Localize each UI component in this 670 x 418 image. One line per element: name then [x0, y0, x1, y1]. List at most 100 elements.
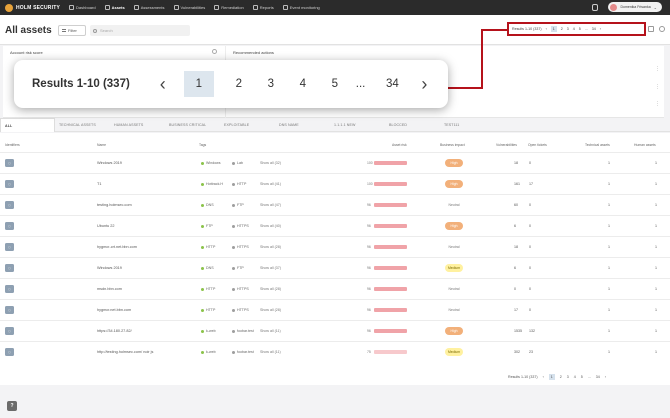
asset-name[interactable]: Windows 2019 — [97, 161, 122, 165]
show-all-tags-link[interactable]: Show all (40) — [260, 224, 281, 228]
page-34[interactable]: 34 — [592, 27, 596, 31]
table-row[interactable]: ▢ hygmcr-crt.net.bbn.com HTTP HTTPS Show all… — [0, 236, 670, 257]
page-1[interactable]: 1 — [183, 71, 214, 97]
tab-test111[interactable]: TEST111 — [440, 118, 495, 132]
table-row[interactable]: ▢ Windows 2019 DNS FTP Show all (37) 96 Medium… — [0, 257, 670, 278]
shield-icon[interactable] — [592, 3, 599, 11]
table-row[interactable]: ▢ msdn.bbn.com HTTP HTTPS Show all (28) 96 Neu… — [0, 278, 670, 299]
ticket-count[interactable]: 0 — [529, 266, 531, 270]
page-4[interactable]: 4 — [573, 27, 575, 31]
vulnerability-count[interactable]: 17 — [514, 308, 518, 312]
page-1[interactable]: 1 — [548, 374, 555, 380]
page-3[interactable]: 3 — [567, 27, 569, 31]
show-all-tags-link[interactable]: Show all (28) — [260, 287, 281, 291]
ticket-count[interactable]: 0 — [529, 224, 531, 228]
col-asset-risk[interactable]: Asset risk — [392, 143, 407, 147]
table-row[interactable]: ▢ http://testing.holmsec.com/ noir js k-we… — [0, 341, 670, 362]
next-page-button[interactable]: › — [600, 27, 601, 31]
asset-name[interactable]: T1 — [97, 182, 101, 186]
kebab-icon[interactable]: ⋮ — [655, 66, 660, 72]
asset-name[interactable]: hygmcr.net.bbn.com — [97, 308, 131, 312]
prev-page-button[interactable]: ‹ — [546, 27, 547, 31]
ticket-count[interactable]: 0 — [529, 287, 531, 291]
asset-name[interactable]: https://34.180.27.82/ — [97, 329, 132, 333]
vulnerability-count[interactable]: 1535 — [514, 329, 522, 333]
table-row[interactable]: ▢ Windows 2019 Windows Lab Show all (32) 100 H… — [0, 152, 670, 173]
search-input[interactable]: Search — [90, 25, 190, 36]
prev-page-button[interactable]: ‹ — [160, 74, 166, 95]
show-all-tags-link[interactable]: Show all (47) — [260, 203, 281, 207]
vulnerability-count[interactable]: 60 — [514, 203, 518, 207]
nav-reports[interactable]: Reports — [252, 5, 274, 10]
download-icon[interactable] — [648, 26, 654, 32]
nav-vulnerabilities[interactable]: Vulnerabilities — [173, 5, 205, 10]
identifier-chip-icon[interactable]: ▢ — [5, 222, 14, 230]
tab-exploitable[interactable]: EXPLOITABLE — [220, 118, 275, 132]
col-open-tickets[interactable]: Open tickets — [528, 143, 547, 147]
tab-technical-assets[interactable]: TECHNICAL ASSETS — [55, 118, 110, 132]
ticket-count[interactable]: 0 — [529, 203, 531, 207]
asset-name[interactable]: Ubuntu 22 — [97, 224, 115, 228]
vulnerability-count[interactable]: 18 — [514, 245, 518, 249]
page-2[interactable]: 2 — [228, 78, 250, 90]
vulnerability-count[interactable]: 18 — [514, 161, 518, 165]
col-identifiers[interactable]: Identifiers — [5, 143, 20, 147]
asset-name[interactable]: testing.holmsec.com — [97, 203, 132, 207]
kebab-icon[interactable]: ⋮ — [655, 84, 660, 90]
prev-page-button[interactable]: ‹ — [543, 375, 544, 379]
show-all-tags-link[interactable]: Show all (28) — [260, 308, 281, 312]
filter-button[interactable]: Filter — [58, 25, 86, 36]
page-3[interactable]: 3 — [260, 78, 282, 90]
vulnerability-count[interactable]: 6 — [514, 266, 516, 270]
col-business-impact[interactable]: Business impact — [440, 143, 465, 147]
table-row[interactable]: ▢ testing.holmsec.com DNS FTP Show all (47) 9… — [0, 194, 670, 215]
page-5[interactable]: 5 — [579, 27, 581, 31]
page-2[interactable]: 2 — [561, 27, 563, 31]
table-row[interactable]: ▢ https://34.180.27.82/k-web foobar.test Sh… — [0, 320, 670, 341]
nav-assets[interactable]: Assets — [104, 5, 125, 10]
show-all-tags-link[interactable]: Show all (41) — [260, 182, 281, 186]
ticket-count[interactable]: 132 — [529, 329, 535, 333]
vulnerability-count[interactable]: 6 — [514, 224, 516, 228]
show-all-tags-link[interactable]: Show all (11) — [260, 350, 281, 354]
info-icon[interactable] — [212, 49, 217, 54]
table-row[interactable]: ▢ T1 Hottrack.H HTTP Show all (41) 100 High 161… — [0, 173, 670, 194]
asset-name[interactable]: msdn.bbn.com — [97, 287, 122, 291]
table-row[interactable]: ▢ Ubuntu 22 FTP HTTPS Show all (40) 96 High 6 0 1… — [0, 215, 670, 236]
next-page-button[interactable]: › — [421, 74, 427, 95]
tab-all[interactable]: ALL — [0, 118, 55, 132]
page-1[interactable]: 1 — [550, 26, 557, 32]
ticket-count[interactable]: 17 — [529, 182, 533, 186]
page-34[interactable]: 34 — [596, 375, 600, 379]
user-menu[interactable]: Domenika Frisanka ⌄ — [608, 2, 662, 12]
logo[interactable]: HOLM SECURITY — [5, 3, 60, 12]
kebab-icon[interactable]: ⋮ — [655, 101, 660, 107]
page-5[interactable]: 5 — [581, 375, 583, 379]
page-34[interactable]: 34 — [381, 78, 403, 90]
settings-icon[interactable] — [659, 26, 665, 32]
identifier-chip-icon[interactable]: ▢ — [5, 306, 14, 314]
nav-remediation[interactable]: Remediation — [214, 5, 244, 10]
identifier-chip-icon[interactable]: ▢ — [5, 243, 14, 251]
asset-name[interactable]: http://testing.holmsec.com/ noir js — [97, 350, 153, 354]
page-2[interactable]: 2 — [560, 375, 562, 379]
identifier-chip-icon[interactable]: ▢ — [5, 180, 14, 188]
asset-name[interactable]: Windows 2019 — [97, 266, 122, 270]
tab-blocced[interactable]: BLOCCED — [385, 118, 440, 132]
show-all-tags-link[interactable]: Show all (28) — [260, 245, 281, 249]
identifier-chip-icon[interactable]: ▢ — [5, 159, 14, 167]
next-page-button[interactable]: › — [605, 375, 606, 379]
identifier-chip-icon[interactable]: ▢ — [5, 264, 14, 272]
tab-dns-name[interactable]: DNS NAME — [275, 118, 330, 132]
ticket-count[interactable]: 0 — [529, 308, 531, 312]
identifier-chip-icon[interactable]: ▢ — [5, 348, 14, 356]
vulnerability-count[interactable]: 161 — [514, 182, 520, 186]
show-all-tags-link[interactable]: Show all (11) — [260, 329, 281, 333]
ticket-count[interactable]: 0 — [529, 161, 531, 165]
page-5[interactable]: 5 — [324, 78, 346, 90]
page-4[interactable]: 4 — [292, 78, 314, 90]
tab-human-assets[interactable]: HUMAN ASSETS — [110, 118, 165, 132]
show-all-tags-link[interactable]: Show all (37) — [260, 266, 281, 270]
show-all-tags-link[interactable]: Show all (32) — [260, 161, 281, 165]
identifier-chip-icon[interactable]: ▢ — [5, 327, 14, 335]
